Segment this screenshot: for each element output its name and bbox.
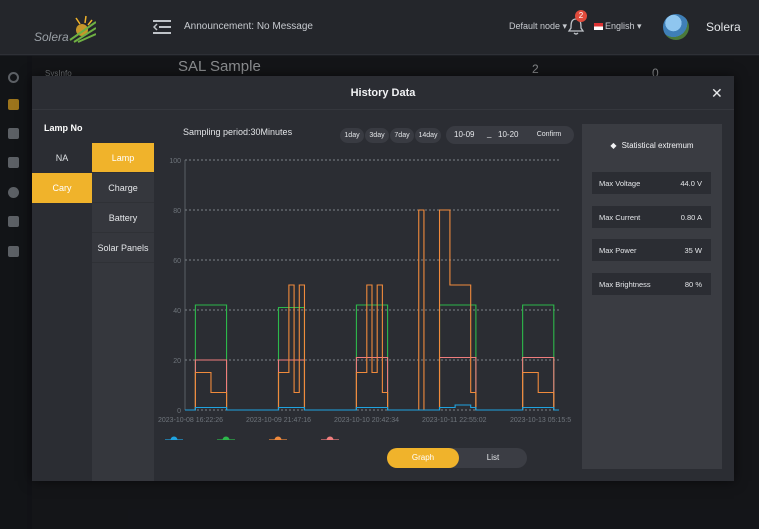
x-tick-label: 2023-10-09 21:47:16 xyxy=(246,417,311,424)
lamp-item-cary[interactable]: Cary xyxy=(32,173,92,203)
language-select[interactable]: English ▾ xyxy=(594,21,642,32)
node-select-label: Default node xyxy=(509,21,561,31)
date-range-picker[interactable]: 10-09 _ 10-20 Confirm xyxy=(446,126,574,144)
y-tick-label: 100 xyxy=(169,158,181,165)
series-line-4 xyxy=(185,404,559,411)
y-tick-label: 40 xyxy=(173,308,181,315)
stat-value: 35 W xyxy=(684,246,702,255)
stat-value: 0.80 A xyxy=(680,213,702,222)
lamp-column-title: Lamp No xyxy=(44,123,83,133)
notification-badge: 2 xyxy=(575,10,587,22)
range-1day-button[interactable]: 1day xyxy=(340,128,364,143)
x-tick-label: 2023-10-08 16:22:26 xyxy=(158,417,223,424)
legend-marker xyxy=(222,436,230,440)
range-14day-button[interactable]: 14day xyxy=(415,128,441,143)
modal-header: History Data ✕ xyxy=(32,76,734,110)
avatar[interactable] xyxy=(663,14,689,40)
stat-row-max-voltage: Max Voltage 44.0 V xyxy=(592,172,711,194)
date-to[interactable]: 10-20 xyxy=(498,130,518,139)
stat-value: 80 % xyxy=(684,280,702,289)
x-tick-label: 2023-10-13 05:15:5 xyxy=(510,417,571,424)
statistics-panel: ◆ Statistical extremum Max Voltage 44.0 V… xyxy=(582,124,722,469)
y-tick-label: 20 xyxy=(173,358,181,365)
range-3day-button[interactable]: 3day xyxy=(365,128,389,143)
chart-area: Sampling period:30Minutes 1day 3day 7day… xyxy=(154,110,574,481)
stats-title: ◆ Statistical extremum xyxy=(582,141,722,150)
date-separator: _ xyxy=(487,129,492,138)
stat-label: Max Power xyxy=(599,246,637,255)
view-toggle: Graph List xyxy=(387,448,527,468)
menu-toggle-icon[interactable] xyxy=(153,20,171,34)
sampling-period: Sampling period:30Minutes xyxy=(183,127,293,137)
stat-label: Max Voltage xyxy=(599,179,641,188)
layers-icon: ◆ xyxy=(610,141,617,150)
us-flag-icon xyxy=(594,23,603,31)
lamp-list: NA Cary xyxy=(32,143,92,203)
stat-value: 44.0 V xyxy=(680,179,702,188)
x-tick-label: 2023-10-10 20:42:34 xyxy=(334,417,399,424)
data-type-list: Lamp Charge Battery Solar Panels xyxy=(92,143,154,481)
username[interactable]: Solera xyxy=(706,20,741,34)
top-bar: Solera Announcement: No Message Default … xyxy=(0,0,759,55)
type-item-charge[interactable]: Charge xyxy=(92,173,154,203)
stat-label: Max Current xyxy=(599,213,641,222)
date-from[interactable]: 10-09 xyxy=(454,130,474,139)
caret-down-icon: ▾ xyxy=(634,21,642,31)
lamp-item-na[interactable]: NA xyxy=(32,143,92,173)
y-tick-label: 60 xyxy=(173,258,181,265)
history-line-chart: 0 20 40 60 80 100 2023-10-08 16:22:26 2023-10-0… xyxy=(158,158,571,440)
x-tick-label: 2023-10-11 22:55:02 xyxy=(422,417,487,424)
stat-row-max-current: Max Current 0.80 A xyxy=(592,206,711,228)
legend-marker xyxy=(170,436,178,440)
type-item-battery[interactable]: Battery xyxy=(92,203,154,233)
node-select[interactable]: Default node ▾ xyxy=(509,21,567,32)
legend-marker xyxy=(326,436,334,440)
stat-row-max-brightness: Max Brightness 80 % xyxy=(592,273,711,295)
y-tick-label: 80 xyxy=(173,208,181,215)
history-data-modal: History Data ✕ Lamp No NA Cary Lamp Char… xyxy=(32,76,734,481)
stat-label: Max Brightness xyxy=(599,280,651,289)
stats-title-label: Statistical extremum xyxy=(621,141,694,150)
confirm-button[interactable]: Confirm xyxy=(528,128,570,142)
y-tick-label: 0 xyxy=(177,408,181,415)
announcement-text: Announcement: No Message xyxy=(184,21,313,32)
type-item-solar-panels[interactable]: Solar Panels xyxy=(92,233,154,263)
type-item-lamp[interactable]: Lamp xyxy=(92,143,154,173)
language-label: English xyxy=(605,21,635,31)
modal-title: History Data xyxy=(350,87,416,99)
stat-row-max-power: Max Power 35 W xyxy=(592,239,711,261)
range-7day-button[interactable]: 7day xyxy=(390,128,414,143)
close-icon[interactable]: ✕ xyxy=(711,85,723,102)
graph-view-button[interactable]: Graph xyxy=(387,448,459,468)
list-view-button[interactable]: List xyxy=(459,448,527,468)
logo-text: Solera xyxy=(34,30,69,44)
legend-marker xyxy=(274,436,282,440)
